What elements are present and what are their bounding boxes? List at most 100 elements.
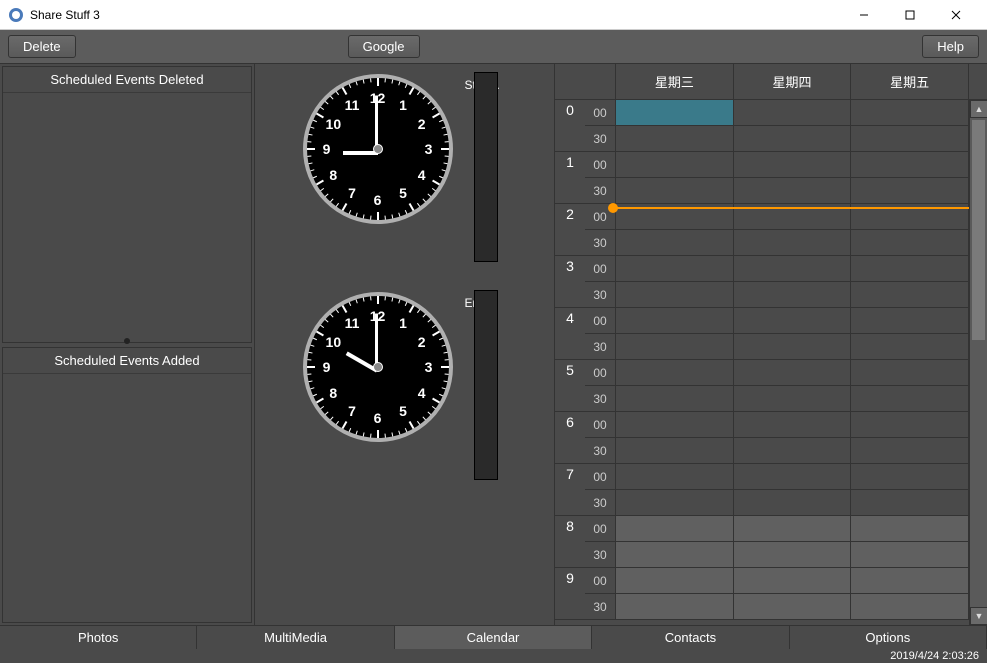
calendar-cell[interactable]	[616, 516, 734, 541]
calendar-cell[interactable]	[734, 178, 852, 203]
calendar-cell[interactable]	[851, 438, 969, 463]
calendar-cell[interactable]	[734, 438, 852, 463]
calendar-cell[interactable]	[734, 568, 852, 593]
minimize-button[interactable]	[841, 0, 887, 30]
calendar-cell[interactable]	[734, 360, 852, 385]
help-button[interactable]: Help	[922, 35, 979, 58]
calendar-cell[interactable]	[851, 568, 969, 593]
calendar-cell[interactable]	[616, 542, 734, 567]
calendar-cell[interactable]	[851, 594, 969, 619]
calendar-cell[interactable]	[851, 126, 969, 151]
calendar-cell[interactable]	[734, 282, 852, 307]
calendar-row	[616, 490, 969, 516]
google-button[interactable]: Google	[348, 35, 420, 58]
calendar-cell[interactable]	[734, 230, 852, 255]
calendar-cell[interactable]	[734, 386, 852, 411]
start-clock[interactable]: 121234567891011	[303, 74, 453, 224]
calendar-cell[interactable]	[734, 256, 852, 281]
calendar-cell[interactable]	[616, 594, 734, 619]
calendar-row	[616, 568, 969, 594]
start-slider[interactable]	[474, 72, 498, 262]
tab-multimedia[interactable]: MultiMedia	[197, 626, 394, 649]
start-clock-section: 121234567891011 Start...	[303, 74, 507, 262]
calendar-cell[interactable]	[616, 490, 734, 515]
calendar-cell[interactable]	[851, 516, 969, 541]
calendar-cell[interactable]	[616, 152, 734, 177]
minute-label: 00	[585, 568, 616, 594]
calendar-cell[interactable]	[851, 282, 969, 307]
calendar-scrollbar[interactable]: ▲ ▼	[969, 100, 987, 625]
calendar-cell[interactable]	[616, 334, 734, 359]
close-button[interactable]	[933, 0, 979, 30]
minute-label: 30	[585, 594, 616, 620]
scroll-thumb[interactable]	[972, 120, 985, 340]
calendar-cell[interactable]	[616, 178, 734, 203]
calendar-cell[interactable]	[851, 412, 969, 437]
calendar-cell[interactable]	[851, 386, 969, 411]
day-header[interactable]: 星期三	[616, 64, 734, 99]
calendar-row	[616, 412, 969, 438]
calendar-cell[interactable]	[616, 282, 734, 307]
calendar-cell[interactable]	[616, 412, 734, 437]
calendar-cell[interactable]	[734, 100, 852, 125]
end-clock[interactable]: 121234567891011	[303, 292, 453, 442]
splitter-handle[interactable]	[124, 338, 130, 344]
calendar-cell[interactable]	[616, 438, 734, 463]
calendar-cell[interactable]	[616, 100, 734, 125]
calendar-cell[interactable]	[616, 126, 734, 151]
calendar-cell[interactable]	[851, 308, 969, 333]
added-events-panel: Scheduled Events Added	[2, 347, 252, 624]
scroll-up-arrow[interactable]: ▲	[970, 100, 987, 118]
tab-calendar[interactable]: Calendar	[395, 626, 592, 649]
day-header[interactable]: 星期四	[734, 64, 852, 99]
calendar-row	[616, 464, 969, 490]
calendar-cell[interactable]	[616, 360, 734, 385]
calendar-cell[interactable]	[616, 256, 734, 281]
tab-contacts[interactable]: Contacts	[592, 626, 789, 649]
calendar-cell[interactable]	[734, 542, 852, 567]
maximize-button[interactable]	[887, 0, 933, 30]
calendar-cell[interactable]	[734, 490, 852, 515]
calendar-cell[interactable]	[734, 308, 852, 333]
calendar-cell[interactable]	[616, 568, 734, 593]
calendar-cell[interactable]	[851, 334, 969, 359]
minute-label: 00	[585, 308, 616, 334]
minute-gutter: 0030003000300030003000300030003000300030	[585, 100, 616, 625]
toolbar: Delete Google Help	[0, 30, 987, 64]
calendar-cell[interactable]	[616, 230, 734, 255]
calendar-cell[interactable]	[616, 464, 734, 489]
minute-label: 30	[585, 178, 616, 204]
hour-label: 2	[555, 204, 585, 256]
minute-label: 30	[585, 334, 616, 360]
calendar-cell[interactable]	[734, 334, 852, 359]
day-header[interactable]: 星期五	[851, 64, 969, 99]
calendar-cell[interactable]	[734, 516, 852, 541]
window-title: Share Stuff 3	[30, 8, 841, 22]
calendar-cell[interactable]	[851, 256, 969, 281]
calendar-cell[interactable]	[734, 412, 852, 437]
calendar-cell[interactable]	[851, 178, 969, 203]
calendar-cell[interactable]	[734, 126, 852, 151]
calendar-cell[interactable]	[734, 594, 852, 619]
calendar-cell[interactable]	[616, 386, 734, 411]
scroll-down-arrow[interactable]: ▼	[970, 607, 987, 625]
calendar-cell[interactable]	[851, 542, 969, 567]
calendar-cell[interactable]	[616, 308, 734, 333]
calendar-cell[interactable]	[851, 360, 969, 385]
calendar-cell[interactable]	[851, 230, 969, 255]
tab-options[interactable]: Options	[790, 626, 987, 649]
tab-photos[interactable]: Photos	[0, 626, 197, 649]
delete-button[interactable]: Delete	[8, 35, 76, 58]
calendar-row	[616, 178, 969, 204]
calendar-cell[interactable]	[851, 152, 969, 177]
calendar-cell[interactable]	[851, 490, 969, 515]
end-clock-section: 121234567891011 End...	[303, 292, 507, 480]
calendar-grid[interactable]	[616, 100, 969, 625]
calendar-cell[interactable]	[851, 100, 969, 125]
main-area: Scheduled Events Deleted Scheduled Event…	[0, 64, 987, 625]
calendar-cell[interactable]	[734, 464, 852, 489]
app-icon	[8, 7, 24, 23]
end-slider[interactable]	[474, 290, 498, 480]
calendar-cell[interactable]	[734, 152, 852, 177]
calendar-cell[interactable]	[851, 464, 969, 489]
